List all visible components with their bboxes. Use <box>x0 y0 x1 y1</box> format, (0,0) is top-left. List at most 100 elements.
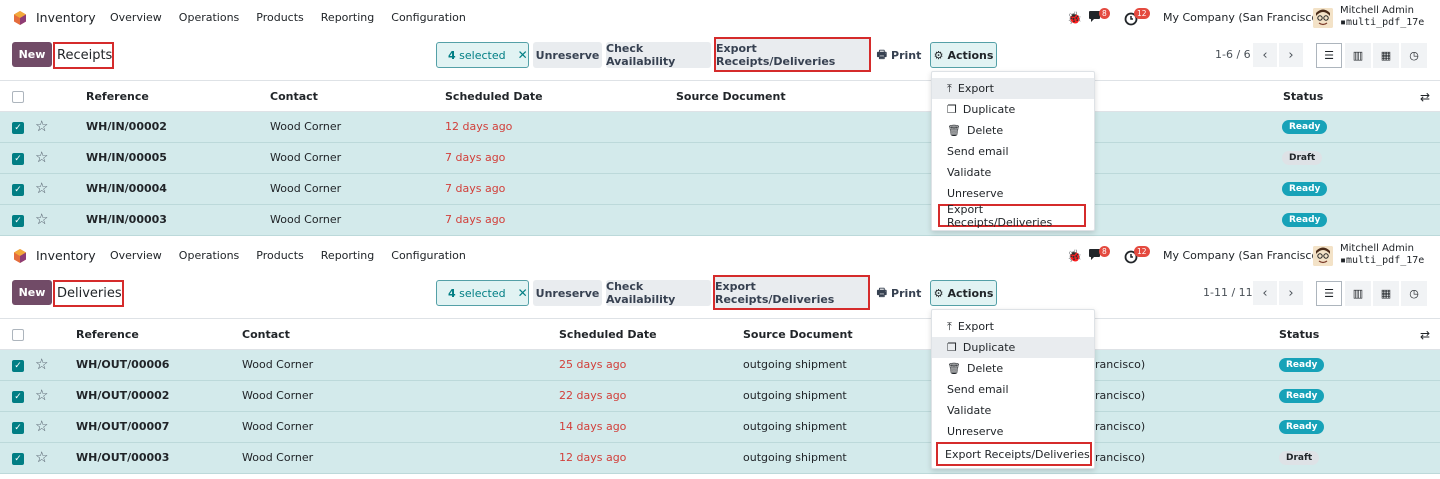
activity-view-icon[interactable]: ◷ <box>1401 43 1427 68</box>
clear-selection-icon[interactable]: ✕ <box>518 48 528 62</box>
table-row[interactable]: ✓ ☆ WH/OUT/00007 Wood Corner 14 days ago… <box>0 412 1440 443</box>
dropdown-validate[interactable]: Validate <box>932 400 1094 421</box>
new-button[interactable]: New <box>12 42 52 67</box>
pager-next-icon[interactable]: › <box>1279 43 1303 67</box>
dropdown-export[interactable]: ⤒ Export <box>932 316 1094 337</box>
dropdown-delete[interactable]: 🗑 Delete <box>932 120 1094 141</box>
user-avatar[interactable] <box>1313 8 1333 28</box>
table-row[interactable]: ✓ ☆ WH/IN/00003 Wood Corner 7 days ago R… <box>0 205 1440 236</box>
kanban-view-icon[interactable]: ▥ <box>1345 281 1371 306</box>
activity-view-icon[interactable]: ◷ <box>1401 281 1427 306</box>
header-reference[interactable]: Reference <box>86 90 149 103</box>
row-checkbox[interactable]: ✓ <box>12 422 24 434</box>
inventory-app-icon[interactable] <box>12 248 28 264</box>
calendar-view-icon[interactable]: ▦ <box>1373 281 1399 306</box>
star-icon[interactable]: ☆ <box>35 417 48 435</box>
selected-chip[interactable]: 4 selected ✕ <box>436 42 529 68</box>
menu-configuration[interactable]: Configuration <box>391 11 466 24</box>
header-reference[interactable]: Reference <box>76 328 139 341</box>
table-row[interactable]: ✓ ☆ WH/IN/00004 Wood Corner 7 days ago R… <box>0 174 1440 205</box>
actions-button[interactable]: ⚙ Actions <box>930 42 997 68</box>
row-checkbox[interactable]: ✓ <box>12 184 24 196</box>
menu-overview[interactable]: Overview <box>110 249 162 262</box>
row-checkbox[interactable]: ✓ <box>12 153 24 165</box>
table-row[interactable]: ✓ ☆ WH/IN/00005 Wood Corner 7 days ago D… <box>0 143 1440 174</box>
unreserve-button[interactable]: Unreserve <box>533 42 602 68</box>
user-name[interactable]: Mitchell Admin <box>1340 243 1414 254</box>
actions-button[interactable]: ⚙ Actions <box>930 280 997 306</box>
header-contact[interactable]: Contact <box>270 90 318 103</box>
menu-products[interactable]: Products <box>256 11 304 24</box>
user-avatar[interactable] <box>1313 246 1333 266</box>
menu-reporting[interactable]: Reporting <box>321 11 374 24</box>
table-row[interactable]: ✓ ☆ WH/OUT/00006 Wood Corner 25 days ago… <box>0 350 1440 381</box>
star-icon[interactable]: ☆ <box>35 386 48 404</box>
company-switcher[interactable]: My Company (San Francisco) <box>1163 11 1322 24</box>
select-all-checkbox[interactable] <box>12 329 24 341</box>
star-icon[interactable]: ☆ <box>35 117 48 135</box>
column-settings-icon[interactable]: ⇄ <box>1420 328 1430 342</box>
print-button[interactable]: 🖶 Print <box>873 280 925 306</box>
table-row[interactable]: ✓ ☆ WH/IN/00002 Wood Corner 12 days ago … <box>0 112 1440 143</box>
menu-configuration[interactable]: Configuration <box>391 249 466 262</box>
header-contact[interactable]: Contact <box>242 328 290 341</box>
user-name[interactable]: Mitchell Admin <box>1340 5 1414 16</box>
dropdown-send-email[interactable]: Send email <box>932 379 1094 400</box>
debug-bug-icon[interactable]: 🐞 <box>1067 11 1082 31</box>
export-receipts-deliveries-button[interactable]: Export Receipts/Deliveries <box>713 275 870 310</box>
row-checkbox[interactable]: ✓ <box>12 215 24 227</box>
row-checkbox[interactable]: ✓ <box>12 122 24 134</box>
row-checkbox[interactable]: ✓ <box>12 360 24 372</box>
dropdown-export-receipts-deliveries[interactable]: Export Receipts/Deliveries <box>936 442 1092 466</box>
unreserve-button[interactable]: Unreserve <box>533 280 602 306</box>
dropdown-delete[interactable]: 🗑 Delete <box>932 358 1094 379</box>
header-status[interactable]: Status <box>1279 328 1319 341</box>
pager-prev-icon[interactable]: ‹ <box>1253 43 1277 67</box>
company-switcher[interactable]: My Company (San Francisco) <box>1163 249 1322 262</box>
inventory-app-icon[interactable] <box>12 10 28 26</box>
dropdown-duplicate[interactable]: ❐ Duplicate <box>932 99 1094 120</box>
dropdown-export[interactable]: ⤒ Export <box>932 78 1094 99</box>
star-icon[interactable]: ☆ <box>35 148 48 166</box>
pager-prev-icon[interactable]: ‹ <box>1253 281 1277 305</box>
new-button[interactable]: New <box>12 280 52 305</box>
table-row[interactable]: ✓ ☆ WH/OUT/00003 Wood Corner 12 days ago… <box>0 443 1440 474</box>
pager-value[interactable]: 1-6 / 6 <box>1215 48 1251 61</box>
header-status[interactable]: Status <box>1283 90 1323 103</box>
menu-overview[interactable]: Overview <box>110 11 162 24</box>
pager-next-icon[interactable]: › <box>1279 281 1303 305</box>
app-name[interactable]: Inventory <box>36 10 96 25</box>
menu-operations[interactable]: Operations <box>179 249 239 262</box>
header-source-document[interactable]: Source Document <box>676 90 786 103</box>
dropdown-unreserve[interactable]: Unreserve <box>932 183 1094 204</box>
star-icon[interactable]: ☆ <box>35 355 48 373</box>
clear-selection-icon[interactable]: ✕ <box>518 286 528 300</box>
star-icon[interactable]: ☆ <box>35 179 48 197</box>
dropdown-export-receipts-deliveries[interactable]: Export Receipts/Deliveries <box>938 203 1086 229</box>
row-checkbox[interactable]: ✓ <box>12 391 24 403</box>
select-all-checkbox[interactable] <box>12 91 24 103</box>
header-source-document[interactable]: Source Document <box>743 328 853 341</box>
selected-chip[interactable]: 4 selected ✕ <box>436 280 529 306</box>
star-icon[interactable]: ☆ <box>35 210 48 228</box>
row-checkbox[interactable]: ✓ <box>12 453 24 465</box>
list-view-icon[interactable]: ☰ <box>1316 281 1342 306</box>
header-scheduled-date[interactable]: Scheduled Date <box>559 328 657 341</box>
table-row[interactable]: ✓ ☆ WH/OUT/00002 Wood Corner 22 days ago… <box>0 381 1440 412</box>
calendar-view-icon[interactable]: ▦ <box>1373 43 1399 68</box>
menu-products[interactable]: Products <box>256 249 304 262</box>
app-name[interactable]: Inventory <box>36 248 96 263</box>
dropdown-duplicate[interactable]: ❐ Duplicate <box>932 337 1094 358</box>
dropdown-validate[interactable]: Validate <box>932 162 1094 183</box>
check-availability-button[interactable]: Check Availability <box>606 280 711 306</box>
check-availability-button[interactable]: Check Availability <box>606 42 711 68</box>
column-settings-icon[interactable]: ⇄ <box>1420 90 1430 104</box>
export-receipts-deliveries-button[interactable]: Export Receipts/Deliveries <box>714 37 871 72</box>
dropdown-send-email[interactable]: Send email <box>932 141 1094 162</box>
menu-operations[interactable]: Operations <box>179 11 239 24</box>
menu-reporting[interactable]: Reporting <box>321 249 374 262</box>
pager-value[interactable]: 1-11 / 11 <box>1203 286 1253 299</box>
print-button[interactable]: 🖶 Print <box>873 42 925 68</box>
kanban-view-icon[interactable]: ▥ <box>1345 43 1371 68</box>
list-view-icon[interactable]: ☰ <box>1316 43 1342 68</box>
